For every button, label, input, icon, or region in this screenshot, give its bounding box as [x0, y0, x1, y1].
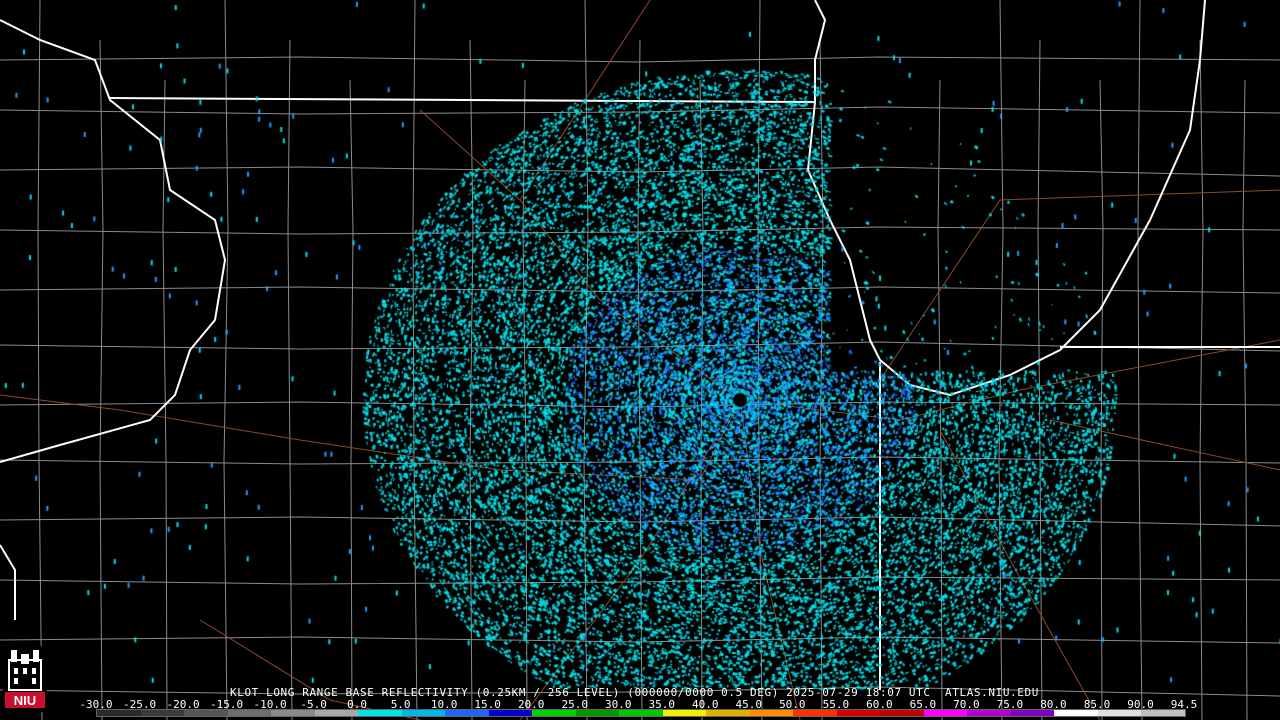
colorbar-segment	[184, 710, 228, 716]
niu-logo: NIU	[3, 646, 47, 712]
colorbar-segment	[575, 710, 620, 716]
svg-text:NIU: NIU	[14, 693, 36, 708]
colorbar-segment	[314, 710, 359, 716]
colorbar-segment	[401, 710, 446, 716]
colorbar-segment	[967, 710, 1011, 716]
colorbar-segment	[749, 710, 794, 716]
colorbar-segment	[445, 710, 489, 716]
colorbar-segment	[227, 710, 272, 716]
colorbar-segment	[1054, 710, 1098, 716]
colorbar-segment	[1097, 710, 1142, 716]
radar-map-view: NIU KLOT LONG RANGE BASE REFLECTIVITY (0…	[0, 0, 1280, 720]
colorbar-segment	[619, 710, 663, 716]
colorbar-segment	[662, 710, 707, 716]
colorbar-segment	[358, 710, 402, 716]
colorbar-segment	[488, 710, 533, 716]
colorbar-segment	[793, 710, 837, 716]
colorbar-segment	[836, 710, 881, 716]
colorbar-segment	[880, 710, 924, 716]
colorbar-segment	[532, 710, 576, 716]
reflectivity-echoes	[0, 0, 1280, 720]
colorbar-segment	[97, 710, 141, 716]
colorbar-segment	[1010, 710, 1055, 716]
colorbar-segment	[140, 710, 185, 716]
colorbar-segment	[923, 710, 968, 716]
colorbar-segment	[1141, 710, 1185, 716]
reflectivity-colorbar	[96, 709, 1186, 717]
colorbar-segment	[706, 710, 750, 716]
colorbar-segment	[271, 710, 315, 716]
